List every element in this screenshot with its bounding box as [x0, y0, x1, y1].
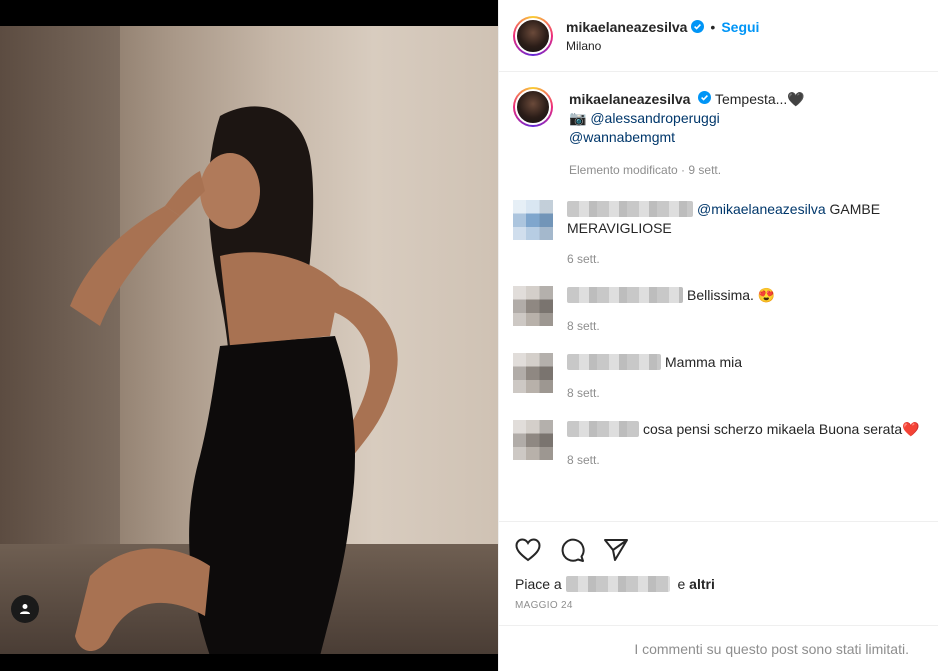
comment-text: Bellissima. 😍: [687, 287, 776, 303]
caption-text: Tempesta...🖤: [714, 91, 805, 107]
verified-icon: [691, 20, 705, 33]
caption-mention[interactable]: @wannabemgmt: [569, 129, 675, 145]
post-header: mikaelaneazesilva • Segui Milano: [499, 0, 938, 72]
photo-subject: [70, 106, 398, 654]
likes-and: e: [677, 576, 686, 592]
comments-list[interactable]: mikaelaneazesilva Tempesta...🖤 📷 @alessa…: [499, 73, 938, 521]
comment-item: Bellissima. 😍 8 sett.: [513, 286, 923, 333]
comment-item: Mamma mia 8 sett.: [513, 353, 923, 400]
post-photo[interactable]: [0, 26, 498, 654]
camera-emoji: 📷: [569, 110, 587, 126]
comment-item: cosa pensi scherzo mikaela Buona serata❤…: [513, 420, 923, 467]
verified-icon: [698, 91, 712, 104]
comment-mention[interactable]: @mikaelaneazesilva: [697, 201, 826, 217]
comment-text: cosa pensi scherzo mikaela Buona serata❤…: [643, 421, 920, 437]
commenter-avatar[interactable]: [513, 420, 553, 460]
post-sidebar: mikaelaneazesilva • Segui Milano mikaela…: [498, 0, 938, 671]
user-tag-icon: [20, 604, 30, 614]
blurred-username: [567, 421, 639, 437]
user-tag-button[interactable]: [11, 595, 39, 623]
heart-icon[interactable]: [515, 538, 541, 562]
blurred-username: [567, 287, 683, 303]
blurred-username: [567, 201, 693, 217]
comment-text: Mamma mia: [665, 354, 743, 370]
comment-time: 8 sett.: [567, 453, 600, 467]
comment-time: 8 sett.: [567, 319, 600, 333]
caption-avatar[interactable]: [513, 87, 553, 127]
caption-mention[interactable]: @alessandroperuggi: [590, 110, 719, 126]
comment-item: @mikaelaneazesilva GAMBE MERAVIGLIOSE 6 …: [513, 200, 923, 266]
author-username[interactable]: mikaelaneazesilva: [566, 19, 687, 35]
blurred-liker: [565, 576, 670, 592]
share-icon[interactable]: [603, 538, 629, 562]
post-location[interactable]: Milano: [566, 39, 759, 53]
follow-button[interactable]: Segui: [721, 19, 759, 35]
post-date: MAGGIO 24: [515, 600, 573, 611]
comment-time: 8 sett.: [567, 386, 600, 400]
blurred-username: [567, 354, 661, 370]
comment-icon[interactable]: [559, 537, 585, 563]
commenter-avatar[interactable]: [513, 286, 553, 326]
commenter-avatar[interactable]: [513, 353, 553, 393]
comment-time: 6 sett.: [567, 252, 600, 266]
likes-prefix: Piace a: [515, 576, 562, 592]
post-caption: mikaelaneazesilva Tempesta...🖤 📷 @alessa…: [513, 87, 923, 180]
likes-others[interactable]: altri: [689, 576, 715, 592]
likes-summary[interactable]: Piace a e altri: [515, 576, 923, 592]
separator-dot: •: [710, 18, 716, 35]
author-avatar[interactable]: [513, 15, 553, 56]
caption-username[interactable]: mikaelaneazesilva: [569, 91, 690, 107]
commenter-avatar[interactable]: [513, 200, 553, 240]
post-actions: Piace a e altri MAGGIO 24: [499, 521, 938, 611]
post-media-panel: [0, 0, 498, 671]
caption-meta: Elemento modificato · 9 sett.: [569, 163, 722, 177]
comments-limited-notice: I commenti su questo post sono stati lim…: [499, 625, 938, 671]
